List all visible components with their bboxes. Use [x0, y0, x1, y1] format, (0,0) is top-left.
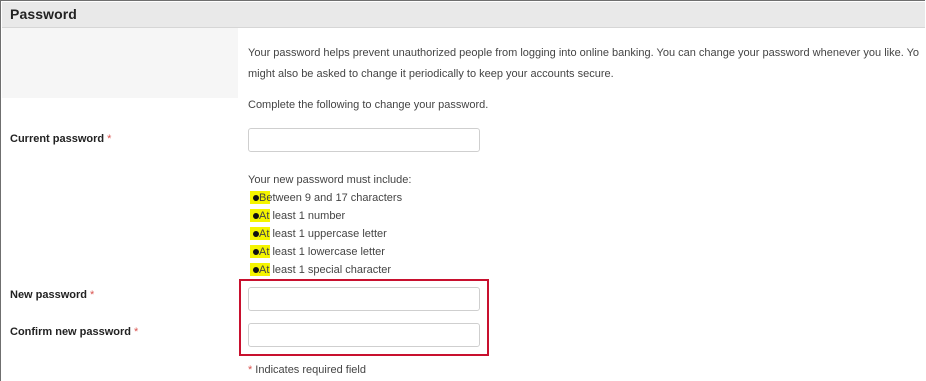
requirement-item: At least 1 lowercase letter [248, 243, 411, 261]
current-password-label-text: Current password [10, 133, 105, 145]
section-header: Password [2, 2, 925, 28]
current-password-label: Current password * [10, 133, 111, 145]
requirement-text: At least 1 number [259, 210, 346, 222]
requirement-item: At least 1 uppercase letter [248, 225, 411, 243]
requirement-text: At least 1 lowercase letter [259, 246, 385, 258]
requirement-text: At least 1 special character [259, 264, 392, 276]
requirement-text: Between 9 and 17 characters [259, 192, 403, 204]
section-title: Password [10, 6, 77, 22]
confirm-password-label-text: Confirm new password [10, 326, 132, 338]
required-asterisk: * [107, 133, 112, 145]
required-note-text: Indicates required field [255, 364, 366, 376]
new-password-label-text: New password [10, 289, 88, 301]
requirements-list: Between 9 and 17 characters At least 1 n… [248, 189, 411, 279]
intro-text: Your password helps prevent unauthorized… [248, 43, 925, 85]
label-column-background [2, 28, 238, 98]
requirement-text: At least 1 uppercase letter [259, 228, 387, 240]
requirement-item: At least 1 special character [248, 261, 411, 279]
password-requirements: Your new password must include: Between … [248, 171, 411, 279]
requirements-title: Your new password must include: [248, 174, 412, 186]
required-field-note: * Indicates required field [248, 364, 366, 376]
highlight-box [239, 279, 489, 356]
required-asterisk: * [248, 364, 253, 376]
current-password-input[interactable] [248, 128, 480, 152]
intro-line-1: Your password helps prevent unauthorized… [248, 47, 920, 59]
required-asterisk: * [134, 326, 139, 338]
intro-line-2: might also be asked to change it periodi… [248, 68, 614, 80]
instruction-text: Complete the following to change your pa… [248, 99, 489, 111]
confirm-password-label: Confirm new password * [10, 326, 138, 338]
requirement-item: Between 9 and 17 characters [248, 189, 411, 207]
requirement-item: At least 1 number [248, 207, 411, 225]
new-password-label: New password * [10, 289, 94, 301]
password-panel: Password Your password helps prevent una… [0, 0, 925, 381]
required-asterisk: * [90, 289, 95, 301]
